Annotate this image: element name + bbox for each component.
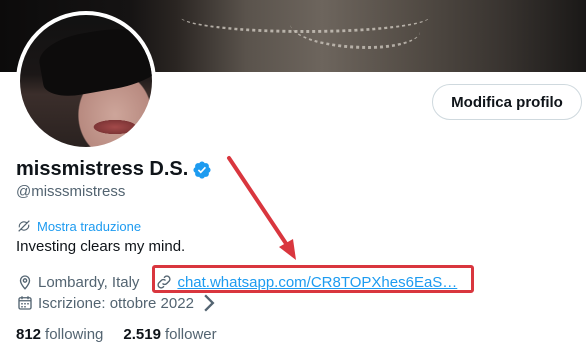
translate-icon (18, 220, 30, 232)
location: Lombardy, Italy (38, 273, 140, 291)
followers-label: follower (164, 326, 217, 343)
followers-count: 2.519 (123, 326, 161, 343)
following-count: 812 (16, 326, 42, 343)
bio: Investing clears my mind. (16, 238, 186, 255)
annotation-highlight-box (152, 265, 474, 293)
translate-link[interactable]: Mostra traduzione (16, 218, 141, 234)
avatar-mask (35, 19, 152, 101)
banner-chain-2 (290, 6, 420, 49)
calendar-icon (18, 296, 32, 310)
handle: @misssmistress (16, 183, 126, 200)
avatar[interactable] (16, 11, 156, 151)
following-label: following (45, 326, 104, 343)
chevron-right-icon (204, 294, 215, 312)
joined-date: Iscrizione: ottobre 2022 (38, 294, 194, 312)
translate-label: Mostra traduzione (37, 218, 142, 234)
display-name: missmistress D.S. (16, 158, 189, 180)
meta-row-joined[interactable]: Iscrizione: ottobre 2022 (16, 294, 222, 312)
edit-profile-button[interactable]: Modifica profilo (432, 84, 582, 120)
following-stat[interactable]: 812 following (16, 326, 103, 343)
verified-badge-icon[interactable] (192, 160, 212, 180)
followers-stat[interactable]: 2.519 follower (123, 326, 216, 343)
name-row: missmistress D.S. (16, 158, 212, 181)
location-pin-icon (19, 275, 31, 290)
follow-stats: 812 following 2.519 follower (16, 326, 237, 343)
